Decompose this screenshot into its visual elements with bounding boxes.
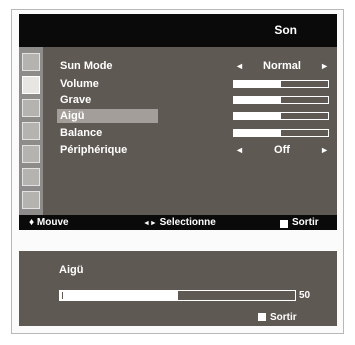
select-hint: ◄► Selectionne [143,217,216,228]
peripherique-value: Off [274,144,290,156]
input-category-icon[interactable] [22,145,40,163]
menu-row-grave[interactable]: Grave [57,93,160,107]
menu-row-aigu[interactable]: Aigü [57,109,158,123]
select-label: Selectionne [159,217,216,228]
panel-title: Aigü [59,264,84,276]
sun-mode-value: Normal [263,60,301,72]
aigu-level-bar[interactable] [59,290,296,301]
menu-title: Son [274,23,297,37]
move-label: Mouve [36,217,69,228]
menu-footer: ♦ Mouve ◄► Selectionne Sortir [19,215,337,230]
exit-hint[interactable]: Sortir [280,217,319,228]
sound-menu: Son Sun Mode Volume Grave Aigü Balance P… [19,14,337,230]
menu-row-peripherique[interactable]: Périphérique [57,143,160,157]
timer-category-icon[interactable] [22,168,40,186]
balance-slider[interactable] [233,127,331,139]
balance-slider-fill [234,130,281,136]
peripherique-selector[interactable]: ◄ Off ► [233,144,331,156]
picture-category-icon[interactable] [22,53,40,71]
aigu-level-value: 50 [299,290,311,301]
volume-slider[interactable] [233,78,331,90]
panel-exit-label: Sortir [270,312,297,323]
arrow-right-icon[interactable]: ► [320,144,329,156]
panel-exit-hint[interactable]: Sortir [258,312,297,323]
channel-category-icon[interactable] [22,99,40,117]
aigu-slider-fill [234,113,281,119]
menu-row-volume[interactable]: Volume [57,77,160,91]
move-hint: ♦ Mouve [29,217,69,228]
setup-category-icon[interactable] [22,122,40,140]
aigu-adjust-panel: Aigü 50 Sortir [19,251,337,326]
bar-start-tick [62,292,63,299]
menu-title-bar: Son [19,14,337,47]
arrow-right-icon[interactable]: ► [320,60,329,72]
menu-row-balance[interactable]: Balance [57,126,160,140]
aigu-slider[interactable] [233,110,331,122]
menu-row-sun-mode[interactable]: Sun Mode [57,59,160,73]
volume-slider-fill [234,81,281,87]
grave-slider-fill [234,97,281,103]
square-button-icon [280,220,288,228]
menu-category-sidebar [19,47,43,215]
left-right-arrows-icon: ◄► [143,220,157,227]
sun-mode-selector[interactable]: ◄ Normal ► [233,60,331,72]
aigu-level-fill [60,291,178,300]
grave-slider[interactable] [233,94,331,106]
square-button-icon [258,313,266,321]
pc-category-icon[interactable] [22,191,40,209]
exit-label: Sortir [292,217,319,228]
sound-category-icon[interactable] [22,76,40,94]
diamond-icon: ♦ [29,217,35,228]
